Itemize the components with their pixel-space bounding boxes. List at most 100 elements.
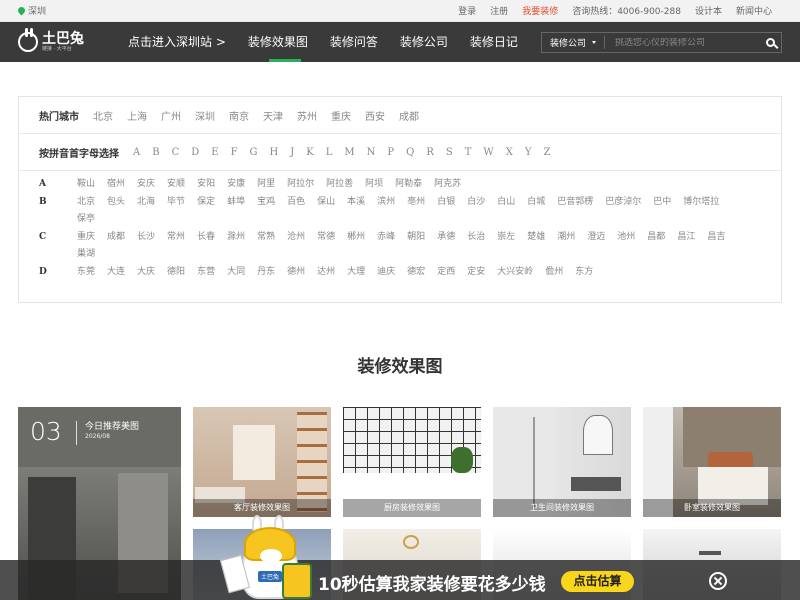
search-category-select[interactable]: 装修公司 [542,36,606,49]
city-link[interactable]: 阿克苏 [434,178,461,190]
city-link[interactable]: 重庆 [77,231,95,243]
hot-city-link[interactable]: 广州 [161,108,181,123]
living-room-card[interactable]: 客厅装修效果图 [193,407,331,517]
nav-qa[interactable]: 装修问答 [319,22,389,62]
register-link[interactable]: 注册 [490,4,508,17]
hot-city-link[interactable]: 西安 [365,108,385,123]
city-link[interactable]: 大连 [107,266,125,278]
city-link[interactable]: 儋州 [545,266,563,278]
city-link[interactable]: 白山 [497,196,515,208]
pinyin-letter-link[interactable]: H [270,147,279,158]
pinyin-letter-link[interactable]: G [250,147,258,158]
city-link[interactable]: 朝阳 [407,231,425,243]
login-link[interactable]: 登录 [458,4,476,17]
search-button[interactable] [759,38,781,47]
pinyin-letter-link[interactable]: W [483,147,493,158]
bedroom-card[interactable]: 卧室装修效果图 [643,407,781,517]
city-link[interactable]: 长沙 [137,231,155,243]
city-link[interactable]: 蚌埠 [227,196,245,208]
city-link[interactable]: 滁州 [227,231,245,243]
city-link[interactable]: 常德 [317,231,335,243]
want-renovate-link[interactable]: 我要装修 [522,4,558,17]
city-link[interactable]: 沧州 [287,231,305,243]
city-link[interactable]: 白城 [527,196,545,208]
pinyin-letter-link[interactable]: R [426,147,434,158]
nav-city-station[interactable]: 点击进入深圳站 > [117,22,237,62]
city-link[interactable]: 东莞 [77,266,95,278]
city-link[interactable]: 昌都 [647,231,665,243]
pinyin-letter-link[interactable]: S [446,147,453,158]
city-link[interactable]: 安顺 [167,178,185,190]
pinyin-letter-link[interactable]: C [172,147,180,158]
city-link[interactable]: 白沙 [467,196,485,208]
hot-city-link[interactable]: 苏州 [297,108,317,123]
city-link[interactable]: 迪庆 [377,266,395,278]
city-link[interactable]: 保定 [197,196,215,208]
hot-city-link[interactable]: 深圳 [195,108,215,123]
city-link[interactable]: 北京 [77,196,95,208]
pinyin-letter-link[interactable]: X [506,147,513,158]
site-logo[interactable]: 土巴兔 链接 · 大平台 [18,28,118,52]
news-center-link[interactable]: 新闻中心 [736,4,772,17]
kitchen-card[interactable]: 厨房装修效果图 [343,407,481,517]
city-link[interactable]: 阿里 [257,178,275,190]
city-link[interactable]: 楚雄 [527,231,545,243]
city-link[interactable]: 安阳 [197,178,215,190]
city-link[interactable]: 安康 [227,178,245,190]
location-selector[interactable]: 深圳 [16,4,46,17]
city-link[interactable]: 百色 [287,196,305,208]
city-link[interactable]: 东营 [197,266,215,278]
hot-city-link[interactable]: 天津 [263,108,283,123]
city-link[interactable]: 亳州 [407,196,425,208]
pinyin-letter-link[interactable]: Q [406,147,414,158]
city-link[interactable]: 达州 [317,266,335,278]
city-link[interactable]: 常熟 [257,231,275,243]
pinyin-letter-link[interactable]: K [306,147,313,158]
city-link[interactable]: 东方 [575,266,593,278]
bathroom-card[interactable]: 卫生间装修效果图 [493,407,631,517]
nav-diary[interactable]: 装修日记 [459,22,529,62]
city-link[interactable]: 昌江 [677,231,695,243]
hot-city-link[interactable]: 成都 [399,108,419,123]
city-link[interactable]: 阿勒泰 [395,178,422,190]
pinyin-letter-link[interactable]: F [231,147,238,158]
pinyin-letter-link[interactable]: N [367,147,376,158]
city-link[interactable]: 滨州 [377,196,395,208]
city-link[interactable]: 赤峰 [377,231,395,243]
city-link[interactable]: 潮州 [557,231,575,243]
city-link[interactable]: 白银 [437,196,455,208]
hot-city-link[interactable]: 南京 [229,108,249,123]
city-link[interactable]: 巴彦淖尔 [605,196,641,208]
city-link[interactable]: 安庆 [137,178,155,190]
city-link[interactable]: 池州 [617,231,635,243]
city-link[interactable]: 北海 [137,196,155,208]
city-link[interactable]: 包头 [107,196,125,208]
city-link[interactable]: 大理 [347,266,365,278]
pinyin-letter-link[interactable]: E [211,147,218,158]
hot-city-link[interactable]: 重庆 [331,108,351,123]
city-link[interactable]: 保山 [317,196,335,208]
city-link[interactable]: 昌吉 [707,231,725,243]
city-link[interactable]: 阿坝 [365,178,383,190]
search-input[interactable] [605,37,759,48]
city-link[interactable]: 本溪 [347,196,365,208]
nav-effect-images[interactable]: 装修效果图 [237,22,319,62]
city-link[interactable]: 成都 [107,231,125,243]
city-link[interactable]: 定安 [467,266,485,278]
pinyin-letter-link[interactable]: D [191,147,199,158]
close-icon[interactable] [709,572,727,590]
city-link[interactable]: 巴音郭楞 [557,196,593,208]
nav-companies[interactable]: 装修公司 [389,22,459,62]
city-link[interactable]: 丹东 [257,266,275,278]
city-link[interactable]: 崇左 [497,231,515,243]
city-link[interactable]: 长治 [467,231,485,243]
city-link[interactable]: 宿州 [107,178,125,190]
pinyin-letter-link[interactable]: Z [543,147,550,158]
city-link[interactable]: 德宏 [407,266,425,278]
pinyin-letter-link[interactable]: Y [525,147,532,158]
city-link[interactable]: 德阳 [167,266,185,278]
city-link[interactable]: 大同 [227,266,245,278]
city-link[interactable]: 阿拉善 [326,178,353,190]
pinyin-letter-link[interactable]: T [465,147,472,158]
city-link[interactable]: 澄迈 [587,231,605,243]
